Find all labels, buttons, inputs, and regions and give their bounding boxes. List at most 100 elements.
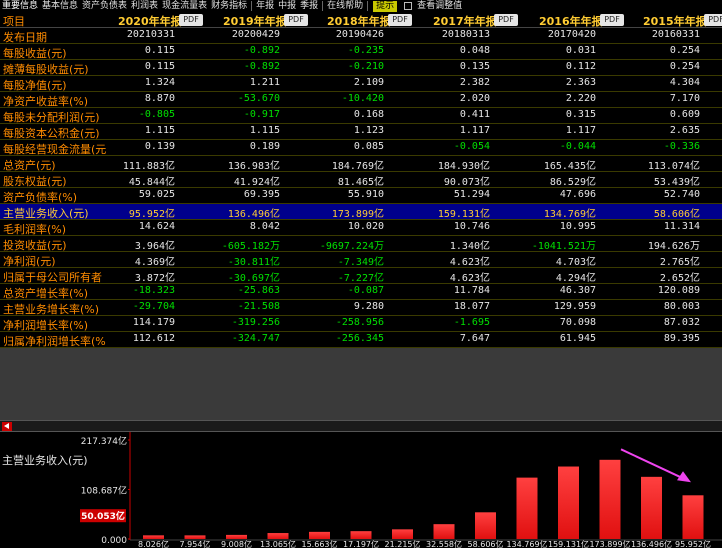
table-cell: 53.439亿 [653,177,700,188]
period-tab-0[interactable]: 年报 [254,0,276,12]
pdf-button[interactable]: PDF [179,14,203,26]
y-tick-label: 217.374亿 [81,435,127,447]
bar-label: 21.215亿 [385,539,421,548]
header-item-label: 项目 [3,15,25,28]
table-cell: 41.924亿 [233,177,280,188]
bar-label: 159.131亿 [548,539,589,548]
year-header-3: 2017年年报 [433,15,497,28]
table-row[interactable]: 股东权益(元) 45.844亿 41.924亿 81.465亿 90.073亿 86.52… [0,172,722,188]
menu-tab-0[interactable]: 重要信息 [0,0,40,12]
table-row[interactable]: 归属于母公司所有者 3.872亿 -30.697亿 -7.227亿 4.623亿 4.29… [0,268,722,284]
table-row[interactable]: 毛利润率(%) 14.624 8.042 10.020 10.746 10.995 11.3… [0,220,722,236]
table-cell: -0.917 [243,109,280,120]
pdf-button[interactable]: PDF [388,14,412,26]
table-cell: 9.280 [353,301,384,312]
table-cell: -0.210 [347,61,384,72]
table-row[interactable]: 每股净值(元) 1.324 1.211 2.109 2.382 2.363 4.304 [0,76,722,92]
table-cell: 51.294 [453,189,490,200]
table-cell: -53.670 [237,93,280,104]
bar [599,459,621,539]
help-link[interactable]: 在线帮助 [325,0,365,12]
horizontal-scrollbar[interactable] [0,420,722,432]
table-cell: -256.345 [335,333,384,344]
table-row[interactable]: 总资产增长率(%) -18.323 -25.863 -0.087 11.784 46.30… [0,284,722,300]
adjusted-value-checkbox[interactable] [404,2,413,10]
table-row[interactable]: 每股未分配利润(元) -0.805 -0.917 0.168 0.411 0.315 0.6… [0,108,722,124]
table-cell: 20190426 [335,29,384,40]
table-cell: 46.307 [559,285,596,296]
menu-tab-3[interactable]: 利润表 [129,0,160,12]
table-cell: 90.073亿 [443,177,490,188]
table-cell: 4.304 [669,77,700,88]
table-cell: 1.123 [353,125,384,136]
table-row[interactable]: 主营业务增长率(%) -29.704 -21.508 9.280 18.077 129.9… [0,300,722,316]
table-cell: 61.945 [559,333,596,344]
bar [392,529,413,539]
scroll-left-arrow-icon[interactable] [2,422,12,431]
table-cell: 0.168 [353,109,384,120]
table-cell: 0.085 [353,141,384,152]
pdf-button[interactable]: PDF [600,14,624,26]
table-row[interactable]: 每股资本公积金(元) 1.115 1.115 1.123 1.117 1.117 2.635 [0,124,722,140]
year-header-1: 2019年年报 [223,15,287,28]
hint-button[interactable]: 提示 [373,0,398,12]
pdf-button[interactable]: PDF [494,14,518,26]
table-row[interactable]: 发布日期 20210331 20200429 20190426 20180313 2017… [0,28,722,44]
table-cell: 1.340亿 [449,241,490,252]
table-cell: 59.025 [138,189,175,200]
table-cell: -30.697亿 [227,273,280,284]
revenue-bar-chart: 217.374亿 108.687亿 0.000 主营业务收入(元) 50.053亿 8.0… [0,432,722,548]
menu-tab-5[interactable]: 财务指标 [209,0,249,12]
period-tab-2[interactable]: 季报 [298,0,320,12]
table-cell: -7.227亿 [337,273,384,284]
table-cell: 4.623亿 [449,273,490,284]
pdf-button[interactable]: PDF [704,14,722,26]
menu-tab-2[interactable]: 资产负债表 [80,0,129,12]
table-row[interactable]: 归属净利润增长率(% 112.612 -324.747 -256.345 7.647 61… [0,332,722,348]
table-row[interactable]: 净利润(元) 4.369亿 -30.811亿 -7.349亿 4.623亿 4.703亿 2… [0,252,722,268]
table-cell: -30.811亿 [227,257,280,268]
bar [184,535,206,539]
table-cell: 114.179 [132,317,175,328]
table-cell: 10.995 [559,221,596,232]
table-row[interactable]: 投资收益(元) 3.964亿 -605.182万 -9697.224万 1.340亿 -1… [0,236,722,252]
bar [558,466,579,539]
table-row[interactable]: 总资产(元) 111.883亿 136.983亿 184.769亿 184.930亿 16… [0,156,722,172]
bar-label: 7.954亿 [180,539,211,548]
table-cell: -9697.224万 [319,241,384,252]
table-cell: 10.020 [347,221,384,232]
table-cell: 113.074亿 [647,161,700,172]
table-row[interactable]: 净利润增长率(%) 114.179 -319.256 -258.956 -1.695 70… [0,316,722,332]
table-row[interactable]: 资产负债率(%) 59.025 69.395 55.910 51.294 47.696 52… [0,188,722,204]
table-cell: -1041.521万 [531,241,596,252]
table-cell: 0.254 [669,61,700,72]
table-cell: 1.324 [144,77,175,88]
table-row[interactable]: 每股经营现金流量(元 0.139 0.189 0.085 -0.054 -0.044 -0.… [0,140,722,156]
bar-label: 136.496亿 [631,539,672,548]
table-cell: 111.883亿 [122,161,175,172]
year-header-0: 2020年年报 [118,15,182,28]
table-cell: 7.647 [459,333,490,344]
table-cell: -0.044 [559,141,596,152]
bar [350,531,372,539]
bar [226,534,247,539]
table-row[interactable]: 摊薄每股收益(元) 0.115 -0.892 -0.210 0.135 0.112 0.25… [0,60,722,76]
period-tab-1[interactable]: 中报 [276,0,298,12]
table-cell: 52.740 [663,189,700,200]
menu-tab-4[interactable]: 现金流量表 [160,0,209,12]
table-cell: -319.256 [231,317,280,328]
table-row[interactable]: 净资产收益率(%) 8.870 -53.670 -10.420 2.020 2.220 7.… [0,92,722,108]
table-row[interactable]: 每股收益(元) 0.115 -0.892 -0.235 0.048 0.031 0.254 [0,44,722,60]
bar-label: 9.008亿 [221,539,252,548]
table-cell: -21.508 [237,301,280,312]
table-row[interactable]: 主营业务收入(元) 95.952亿 136.496亿 173.899亿 159.131亿… [0,204,722,220]
pdf-button[interactable]: PDF [284,14,308,26]
table-cell: 4.623亿 [449,257,490,268]
table-cell: 173.899亿 [331,209,384,220]
table-cell: 7.170 [669,93,700,104]
table-cell: -0.336 [663,141,700,152]
menu-tab-1[interactable]: 基本信息 [40,0,80,12]
year-header-4: 2016年年报 [539,15,603,28]
table-cell: -0.805 [138,109,175,120]
table-cell: 81.465亿 [337,177,384,188]
